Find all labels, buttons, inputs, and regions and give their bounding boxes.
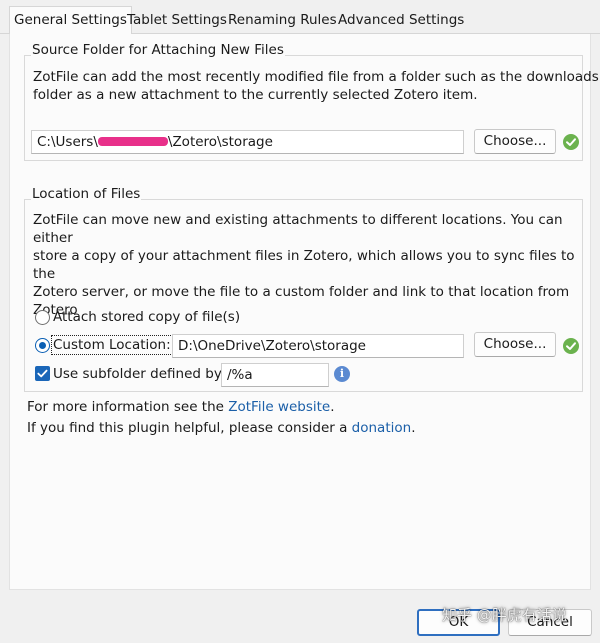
source-folder-description-line: folder as a new attachment to the curren… [33,87,478,103]
subfolder-format-field[interactable]: /%a [221,363,329,387]
use-subfolder-label[interactable]: Use subfolder defined by [53,365,222,383]
check-icon [563,134,579,150]
custom-location-radio[interactable] [35,338,50,353]
location-description-line: ZotFile can move new and existing attach… [33,212,563,246]
source-folder-description-line: ZotFile can add the most recently modifi… [33,69,599,85]
use-subfolder-checkbox[interactable] [35,366,50,381]
source-folder-title: Source Folder for Attaching New Files [31,42,285,58]
cancel-button[interactable]: Cancel [508,609,592,636]
tab-bar: General Settings Tablet Settings Renamin… [0,0,600,35]
custom-location-choose-button[interactable]: Choose... [474,332,556,357]
tab-renaming-rules[interactable]: Renaming Rules [224,9,341,33]
source-path-suffix: \Zotero\storage [167,134,273,150]
tab-general-settings[interactable]: General Settings [9,6,132,35]
more-info-text: For more information see the ZotFile web… [27,398,335,416]
attach-stored-copy-label[interactable]: Attach stored copy of file(s) [53,308,240,326]
source-folder-choose-button[interactable]: Choose... [474,129,556,154]
source-folder-description: ZotFile can add the most recently modifi… [33,68,599,104]
tab-tablet-settings[interactable]: Tablet Settings [123,9,231,33]
redacted-username [97,136,168,146]
ok-button[interactable]: OK [417,609,500,636]
custom-location-label[interactable]: Custom Location: [51,335,173,355]
source-path-prefix: C:\Users\ [37,134,98,150]
location-description-line: Zotero server, or move the file to a cus… [33,284,570,300]
more-info-suffix: . [330,399,335,415]
tab-advanced-settings[interactable]: Advanced Settings [334,9,468,33]
check-icon [563,338,579,354]
location-of-files-title: Location of Files [31,186,142,202]
info-icon[interactable]: i [334,366,350,382]
donation-text: If you find this plugin helpful, please … [27,419,416,437]
location-description: ZotFile can move new and existing attach… [33,211,600,319]
attach-stored-copy-radio[interactable] [35,310,50,325]
donation-prefix: If you find this plugin helpful, please … [27,420,352,436]
more-info-prefix: For more information see the [27,399,229,415]
donation-suffix: . [411,420,416,436]
custom-location-path-field[interactable]: D:\OneDrive\Zotero\storage [172,334,464,358]
donation-link[interactable]: donation [352,420,412,436]
source-folder-path-field[interactable]: C:\Users\ \Zotero\storage [31,130,464,154]
zotfile-website-link[interactable]: ZotFile website [228,399,330,415]
location-description-line: store a copy of your attachment files in… [33,248,575,282]
